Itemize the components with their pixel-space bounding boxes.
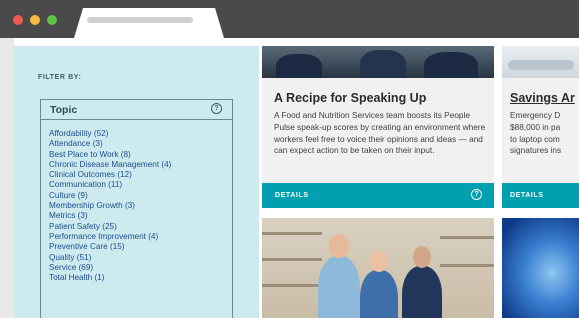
details-label: DETAILS: [275, 192, 309, 199]
topic-filter-header[interactable]: Topic ?: [41, 100, 232, 120]
details-button[interactable]: DETAILS: [502, 183, 579, 208]
card-photo: [262, 218, 494, 318]
browser-chrome: [0, 0, 579, 38]
page-content: FILTER BY: Topic ? Affordability (52) At…: [14, 38, 579, 318]
close-window-icon[interactable]: [13, 15, 23, 25]
filter-sidebar: FILTER BY: Topic ? Affordability (52) At…: [14, 46, 259, 318]
topic-link[interactable]: Preventive Care (15): [49, 242, 232, 252]
topic-link[interactable]: Service (69): [49, 263, 232, 273]
tab-title-placeholder: [87, 17, 193, 23]
topic-link[interactable]: Best Place to Work (8): [49, 150, 232, 160]
topic-link[interactable]: Metrics (3): [49, 211, 232, 221]
topic-link[interactable]: Performance Improvement (4): [49, 232, 232, 242]
card-photo: [262, 46, 494, 78]
topic-filter-box: Topic ? Affordability (52) Attendance (3…: [40, 99, 233, 318]
card-body: Savings Ar Emergency D $88,000 in pa to …: [502, 78, 579, 183]
info-icon: ?: [471, 189, 482, 200]
topic-link[interactable]: Clinical Outcomes (12): [49, 170, 232, 180]
topic-link[interactable]: Membership Growth (3): [49, 201, 232, 211]
info-icon[interactable]: ?: [211, 103, 222, 114]
topic-link[interactable]: Chronic Disease Management (4): [49, 160, 232, 170]
topic-filter-title: Topic: [50, 104, 78, 116]
card-title[interactable]: A Recipe for Speaking Up: [274, 91, 426, 105]
card-photo: [502, 218, 579, 318]
story-card[interactable]: A Recipe for Speaking Up A Food and Nutr…: [262, 46, 494, 318]
topic-link[interactable]: Culture (9): [49, 191, 232, 201]
topic-list: Affordability (52) Attendance (3) Best P…: [41, 120, 232, 283]
card-title[interactable]: Savings Ar: [510, 91, 575, 105]
filter-by-label: FILTER BY:: [38, 74, 82, 81]
details-label: DETAILS: [510, 192, 544, 199]
topic-link[interactable]: Total Health (1): [49, 273, 232, 283]
story-card[interactable]: Savings Ar Emergency D $88,000 in pa to …: [502, 46, 579, 318]
maximize-window-icon[interactable]: [47, 15, 57, 25]
browser-tab[interactable]: [74, 8, 224, 38]
topic-link[interactable]: Attendance (3): [49, 139, 232, 149]
details-button[interactable]: DETAILS ?: [262, 183, 494, 208]
card-photo: [502, 46, 579, 78]
topic-link[interactable]: Patient Safety (25): [49, 222, 232, 232]
minimize-window-icon[interactable]: [30, 15, 40, 25]
card-description: Emergency D $88,000 in pa to laptop com …: [510, 110, 562, 156]
card-body: A Recipe for Speaking Up A Food and Nutr…: [262, 78, 494, 183]
topic-link[interactable]: Communication (11): [49, 180, 232, 190]
card-description: A Food and Nutrition Services team boost…: [274, 110, 486, 156]
topic-link[interactable]: Affordability (52): [49, 129, 232, 139]
topic-link[interactable]: Quality (51): [49, 253, 232, 263]
